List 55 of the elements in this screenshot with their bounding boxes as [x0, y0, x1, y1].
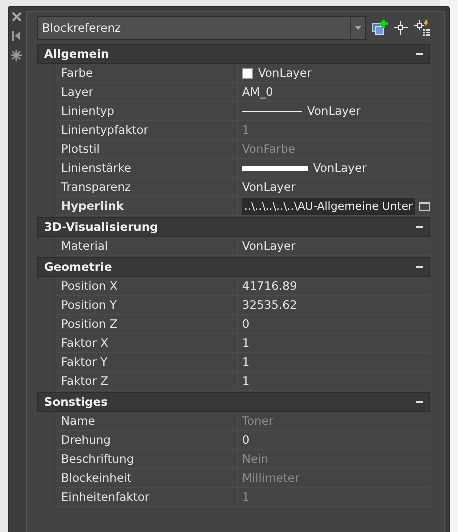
property-value: 1 — [242, 355, 250, 369]
hyperlink-field[interactable]: ..\..\..\..\..\AU-Allgemeine Unter — [242, 198, 415, 214]
quick-select-icon[interactable] — [414, 20, 430, 36]
caret-icon — [354, 26, 362, 30]
property-label: Name — [61, 414, 96, 428]
property-label: Hyperlink — [61, 199, 124, 213]
property-label: Faktor X — [61, 336, 108, 350]
property-value: 1 — [242, 336, 250, 350]
property-value: VonLayer — [307, 104, 361, 118]
property-value: AM_0 — [242, 85, 274, 99]
property-value: 0 — [242, 317, 250, 331]
property-value: 1 — [242, 490, 250, 504]
property-label: Farbe — [61, 66, 94, 80]
section-header[interactable]: Geometrie — [37, 257, 430, 277]
property-label: Einheitenfaktor — [61, 490, 150, 504]
property-label: Linientyp — [61, 104, 114, 118]
add-selection-icon[interactable] — [372, 20, 388, 36]
property-label: Faktor Y — [61, 355, 108, 369]
crosshair-icon[interactable] — [394, 21, 408, 35]
property-label: Transparenz — [61, 180, 132, 194]
section-header[interactable]: Sonstiges — [37, 392, 430, 412]
property-value: 1 — [242, 123, 250, 137]
property-value: Nein — [242, 452, 269, 466]
linetype-sample — [242, 110, 302, 112]
property-label: Beschriftung — [61, 452, 134, 466]
property-label: Linientypfaktor — [61, 123, 148, 137]
property-label: Drehung — [61, 433, 111, 447]
property-value: 1 — [242, 374, 250, 388]
property-value: 32535.62 — [242, 298, 298, 312]
property-value: Toner — [242, 414, 274, 428]
property-label: Material — [61, 239, 108, 253]
close-icon[interactable] — [12, 12, 22, 22]
property-value: 41716.89 — [242, 279, 298, 293]
section-header[interactable]: Allgemein — [37, 44, 430, 64]
property-value: VonLayer — [242, 239, 296, 253]
property-value: VonFarbe — [242, 142, 296, 156]
property-label: Position Y — [61, 298, 117, 312]
resize-icon[interactable] — [12, 30, 22, 42]
section-header[interactable]: 3D-Visualisierung — [37, 217, 430, 237]
property-label: Position Z — [61, 317, 118, 331]
property-value: 0 — [242, 433, 250, 447]
property-label: Layer — [61, 85, 94, 99]
property-label: Blockeinheit — [61, 471, 132, 485]
property-label: Faktor Z — [61, 374, 108, 388]
lineweight-sample — [242, 166, 308, 170]
property-label: Linienstärke — [61, 161, 132, 175]
property-label: Plotstil — [61, 142, 100, 156]
settings-icon[interactable] — [11, 50, 22, 61]
property-value: VonLayer — [258, 66, 312, 80]
property-label: Position X — [61, 279, 118, 293]
window-icon[interactable] — [419, 202, 430, 210]
object-type-dropdown[interactable]: Blockreferenz — [37, 16, 366, 40]
property-value: VonLayer — [242, 180, 296, 194]
property-value: Millimeter — [242, 471, 300, 485]
property-value: VonLayer — [313, 161, 367, 175]
